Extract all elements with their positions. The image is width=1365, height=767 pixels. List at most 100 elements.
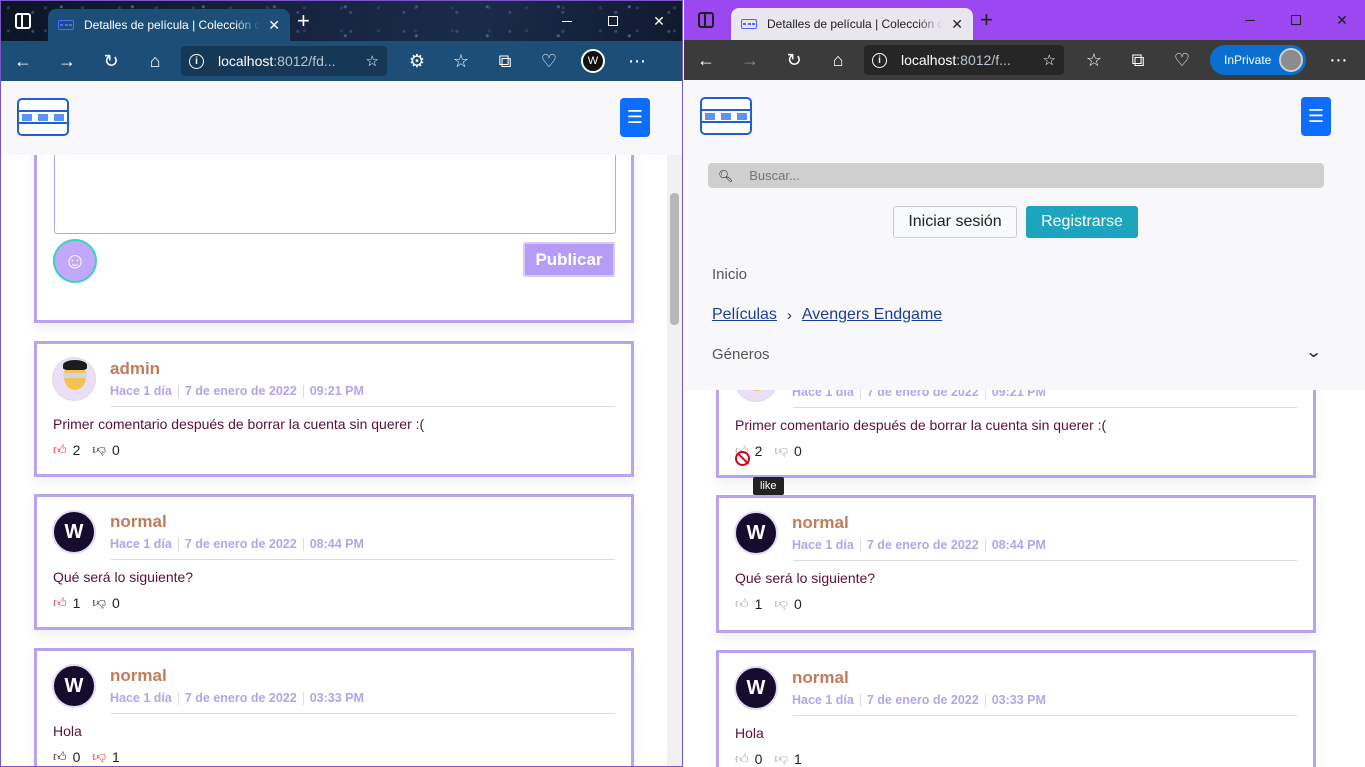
comment-card: W normal Hace 1 día 7 de enero de 2022 0… — [34, 648, 634, 766]
menu-toggle-button[interactable]: ☰ — [1301, 97, 1331, 136]
comment-username[interactable]: normal — [792, 668, 849, 688]
breadcrumb-current-link[interactable]: Avengers Endgame — [802, 306, 942, 324]
divider — [111, 559, 615, 560]
extensions-icon[interactable]: ⚙ — [395, 45, 439, 77]
comment-text: Hola — [53, 723, 82, 739]
comment-username[interactable]: normal — [792, 513, 849, 533]
collections-icon[interactable]: ⧉ — [483, 45, 527, 77]
comment-time: 09:21 PM — [309, 384, 364, 398]
back-arrow-icon[interactable]: ← — [684, 44, 728, 76]
comment-username[interactable]: normal — [110, 666, 167, 686]
home-icon[interactable]: ⌂ — [133, 45, 177, 77]
dislike-count: 0 — [793, 596, 802, 612]
thumbs-up-icon: 👍︎ — [735, 596, 749, 611]
address-bar[interactable]: i localhost:8012/fd... ☆ — [181, 46, 387, 76]
search-input[interactable] — [749, 168, 1310, 183]
breadcrumb-movies-link[interactable]: Películas — [712, 306, 777, 324]
menu-toggle-button[interactable]: ☰ — [620, 98, 650, 137]
divider — [111, 713, 615, 714]
chevron-down-icon[interactable]: ⌄ — [1305, 342, 1322, 362]
forward-arrow-icon[interactable]: → — [45, 45, 89, 77]
home-icon[interactable]: ⌂ — [816, 44, 860, 76]
comment-text: Primer comentario después de borrar la c… — [735, 417, 1107, 433]
thumbs-down-icon: 👍︎ — [92, 443, 106, 458]
nav-genres-dropdown[interactable]: Géneros — [712, 346, 770, 363]
add-favorite-icon[interactable]: ☆ — [366, 52, 379, 70]
thumbs-up-icon: 👍︎ — [53, 442, 67, 457]
comment-username[interactable]: admin — [110, 359, 160, 379]
not-allowed-cursor-icon — [735, 451, 750, 466]
dislike-button[interactable]: 👍︎ 0 — [92, 595, 119, 611]
thumbs-up-icon: 👍︎ — [53, 595, 67, 610]
back-arrow-icon[interactable]: ← — [1, 45, 45, 77]
tab-actions-icon[interactable] — [15, 13, 31, 29]
url-host: localhost — [901, 52, 957, 68]
comment-reactions: 👍︎ 1 👍︎ 0 — [735, 596, 814, 612]
divider — [793, 715, 1297, 716]
search-bar: 🔍︎ — [708, 163, 1324, 188]
dislike-button[interactable]: 👍︎ 1 — [774, 751, 801, 767]
scrollbar-thumb[interactable] — [670, 193, 679, 325]
refresh-icon[interactable]: ↻ — [89, 45, 133, 77]
comment-text: Qué será lo siguiente? — [53, 569, 194, 585]
more-menu-icon[interactable]: ⋯ — [1316, 44, 1360, 76]
comment-date: 7 de enero de 2022 — [866, 538, 979, 552]
login-button[interactable]: Iniciar sesión — [893, 206, 1017, 238]
collections-icon[interactable]: ⧉ — [1116, 44, 1160, 76]
site-info-icon[interactable]: i — [189, 53, 204, 69]
refresh-icon[interactable]: ↻ — [772, 44, 816, 76]
dislike-button[interactable]: 👍︎ 0 — [774, 443, 801, 459]
nav-link-home[interactable]: Inicio — [712, 266, 747, 283]
comment-meta: Hace 1 día 7 de enero de 2022 09:21 PM — [110, 384, 364, 398]
page-viewport: admin Hace 1 día 7 de enero de 2022 09:2… — [684, 80, 1365, 767]
new-tab-icon[interactable]: + — [980, 9, 993, 31]
favorites-icon[interactable]: ☆ — [1072, 44, 1116, 76]
divider — [111, 406, 615, 407]
tab-close-icon[interactable]: ✕ — [951, 16, 963, 33]
site-logo-icon[interactable] — [17, 98, 69, 136]
like-button[interactable]: 👍︎ 1 — [735, 596, 762, 612]
site-info-icon[interactable]: i — [872, 52, 887, 68]
minimize-button[interactable] — [1227, 0, 1273, 40]
comment-card: W normal Hace 1 día 7 de enero de 2022 0… — [716, 495, 1316, 633]
site-logo-icon[interactable] — [700, 97, 752, 135]
favorites-icon[interactable]: ☆ — [439, 45, 483, 77]
browser-tab[interactable]: Detalles de película | Colección de pelí… — [731, 8, 973, 40]
like-button[interactable]: 👍︎ 2 — [53, 442, 80, 458]
comment-meta: Hace 1 día 7 de enero de 2022 08:44 PM — [110, 537, 364, 551]
minimize-button[interactable] — [544, 1, 590, 41]
thumbs-down-icon: 👍︎ — [774, 597, 788, 612]
tooltip: like — [753, 477, 784, 495]
dislike-count: 0 — [111, 595, 120, 611]
add-favorite-icon[interactable]: ☆ — [1043, 51, 1056, 69]
close-window-button[interactable]: ✕ — [1319, 0, 1365, 40]
browser-essentials-icon[interactable]: ♡ — [527, 45, 571, 77]
profile-avatar-icon[interactable]: W — [581, 49, 605, 73]
address-bar[interactable]: i localhost:8012/f... ☆ — [864, 45, 1064, 75]
more-menu-icon[interactable]: ⋯ — [615, 45, 659, 77]
comment-ago: Hace 1 día — [110, 691, 172, 705]
new-tab-icon[interactable]: + — [297, 10, 310, 32]
close-window-button[interactable]: ✕ — [636, 1, 682, 41]
tab-actions-icon[interactable] — [698, 12, 714, 28]
register-button[interactable]: Registrarse — [1026, 206, 1138, 238]
dislike-button[interactable]: 👍︎ 1 — [92, 749, 119, 765]
comment-reactions: 👍︎ 0 👍︎ 1 — [735, 751, 814, 767]
publish-button[interactable]: Publicar — [523, 242, 615, 277]
browser-essentials-icon[interactable]: ♡ — [1160, 44, 1204, 76]
like-button[interactable]: 👍︎ 0 — [53, 749, 80, 765]
comment-username[interactable]: normal — [110, 512, 167, 532]
dislike-button[interactable]: 👍︎ 0 — [774, 596, 801, 612]
maximize-button[interactable] — [1273, 0, 1319, 40]
page-scrollbar[interactable]: ▲ — [667, 81, 682, 766]
forward-arrow-icon[interactable]: → — [728, 44, 772, 76]
like-button[interactable]: 👍︎ 0 — [735, 751, 762, 767]
maximize-button[interactable] — [590, 1, 636, 41]
browser-window-left: Detalles de película | Colección de pelí… — [0, 0, 683, 767]
dislike-button[interactable]: 👍︎ 0 — [92, 442, 119, 458]
tab-close-icon[interactable]: ✕ — [268, 17, 280, 34]
browser-tab[interactable]: Detalles de película | Colección de pelí… — [48, 9, 290, 41]
like-button[interactable]: 👍︎ 1 — [53, 595, 80, 611]
inprivate-badge[interactable]: InPrivate — [1210, 45, 1307, 75]
site-header: ☰ — [1, 81, 682, 155]
